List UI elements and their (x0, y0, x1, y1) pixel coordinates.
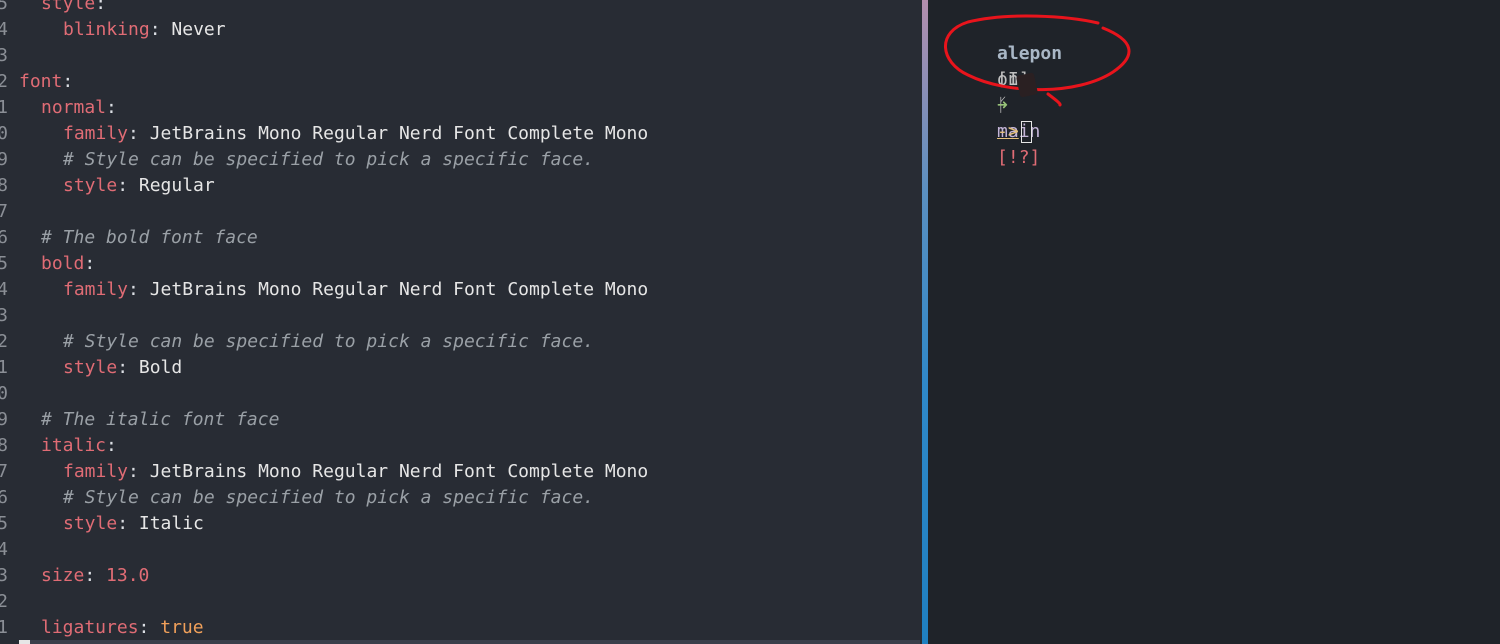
yaml-colon: : (95, 0, 107, 14)
line-number: 4 (0, 539, 8, 560)
line-number: 3 (0, 565, 8, 586)
yaml-key: ligatures (41, 617, 139, 638)
yaml-comment: # The bold font face (41, 227, 258, 248)
code-line[interactable]: size: 13.0 (41, 563, 149, 589)
line-number: 5 (0, 0, 8, 14)
yaml-colon: : (128, 461, 139, 482)
line-number: 6 (0, 227, 8, 248)
line-number: 0 (0, 383, 8, 404)
yaml-colon: : (128, 123, 139, 144)
line-number: 3 (0, 305, 8, 326)
code-line[interactable]: normal: (41, 95, 117, 121)
line-number: 8 (0, 435, 8, 456)
line-number-gutter: 5432109876543210987654321 (0, 0, 12, 644)
line-number: 7 (0, 201, 8, 222)
horizontal-scrollbar[interactable] (30, 640, 920, 644)
yaml-value: true (160, 617, 204, 638)
yaml-colon: : (128, 279, 139, 300)
code-line[interactable]: # Style can be specified to pick a speci… (63, 485, 594, 511)
code-line[interactable]: ligatures: true (41, 615, 204, 641)
line-number: 5 (0, 253, 8, 274)
code-line[interactable]: blinking: Never (63, 17, 226, 43)
line-number: 8 (0, 175, 8, 196)
code-line[interactable]: # Style can be specified to pick a speci… (63, 329, 594, 355)
yaml-colon: : (117, 357, 129, 378)
line-number: 1 (0, 617, 8, 638)
code-line[interactable]: style: (41, 0, 106, 17)
line-number: 0 (0, 123, 8, 144)
code-line[interactable]: family: JetBrains Mono Regular Nerd Font… (63, 459, 648, 485)
line-number: 4 (0, 19, 8, 40)
yaml-colon: : (84, 565, 96, 586)
line-number: 2 (0, 591, 8, 612)
yaml-colon: : (117, 513, 129, 534)
line-number: 5 (0, 513, 8, 534)
yaml-value: JetBrains Mono Regular Nerd Font Complet… (149, 461, 649, 482)
line-number: 4 (0, 279, 8, 300)
line-number: 2 (0, 71, 8, 92)
code-line[interactable]: style: Italic (63, 511, 204, 537)
yaml-value: 13.0 (106, 565, 150, 586)
yaml-key: style (63, 357, 118, 378)
yaml-comment: # The italic font face (41, 409, 280, 430)
line-number: 2 (0, 331, 8, 352)
editor-pane[interactable]: 5432109876543210987654321 style: blinking… (0, 0, 922, 644)
yaml-comment: # Style can be specified to pick a speci… (63, 149, 595, 170)
code-line[interactable]: # Style can be specified to pick a speci… (63, 147, 594, 173)
yaml-key: family (63, 461, 129, 482)
yaml-value: JetBrains Mono Regular Nerd Font Complet… (149, 123, 649, 144)
yaml-colon: : (117, 175, 129, 196)
yaml-key: italic (41, 435, 107, 456)
code-line[interactable]: # The italic font face (41, 407, 279, 433)
yaml-key: size (41, 565, 85, 586)
yaml-comment: # Style can be specified to pick a speci… (63, 487, 595, 508)
yaml-colon: : (149, 19, 161, 40)
prompt-git-status: [!?] (997, 147, 1041, 168)
code-line[interactable]: bold: (41, 251, 95, 277)
code-line[interactable]: style: Regular (63, 173, 215, 199)
line-number: 7 (0, 461, 8, 482)
prompt-input-text[interactable]: -> (997, 121, 1019, 142)
terminal-pane[interactable]: alepon on ᚴ main [!?] [I] ➜ -> (928, 0, 1500, 644)
yaml-key: font (19, 71, 63, 92)
yaml-key: normal (41, 97, 107, 118)
editor-cursor (19, 640, 30, 644)
yaml-colon: : (62, 71, 74, 92)
prompt-line-2[interactable]: [I] ➜ -> (932, 41, 1032, 143)
line-number: 1 (0, 357, 8, 378)
code-line[interactable]: italic: (41, 433, 117, 459)
yaml-colon: : (84, 253, 96, 274)
yaml-key: blinking (63, 19, 150, 40)
yaml-value: JetBrains Mono Regular Nerd Font Complet… (149, 279, 649, 300)
yaml-key: style (63, 513, 118, 534)
line-number: 9 (0, 149, 8, 170)
code-line[interactable]: # The bold font face (41, 225, 258, 251)
yaml-colon: : (138, 617, 150, 638)
yaml-value: Italic (138, 513, 204, 534)
yaml-key: style (41, 0, 96, 14)
yaml-value: Bold (138, 357, 183, 378)
code-line[interactable]: family: JetBrains Mono Regular Nerd Font… (63, 277, 648, 303)
prompt-line-1: alepon on ᚴ main [!?] (932, 15, 1062, 168)
yaml-colon: : (106, 97, 117, 118)
yaml-value: Regular (138, 175, 215, 196)
line-number: 3 (0, 45, 8, 66)
yaml-key: style (63, 175, 118, 196)
code-line[interactable]: font: (19, 69, 73, 95)
code-line[interactable]: style: Bold (63, 355, 182, 381)
line-number: 9 (0, 409, 8, 430)
code-line[interactable]: family: JetBrains Mono Regular Nerd Font… (63, 121, 648, 147)
vi-mode-indicator: [I] (997, 69, 1030, 90)
yaml-key: family (63, 279, 129, 300)
terminal-cursor (1020, 121, 1032, 143)
screen: 5432109876543210987654321 style: blinking… (0, 0, 1500, 644)
yaml-key: family (63, 123, 129, 144)
yaml-value: Never (171, 19, 226, 40)
yaml-key: bold (41, 253, 85, 274)
yaml-colon: : (106, 435, 117, 456)
yaml-comment: # Style can be specified to pick a speci… (63, 331, 595, 352)
line-number: 6 (0, 487, 8, 508)
prompt-arrow-icon: ➜ (997, 95, 1008, 116)
line-number: 1 (0, 97, 8, 118)
